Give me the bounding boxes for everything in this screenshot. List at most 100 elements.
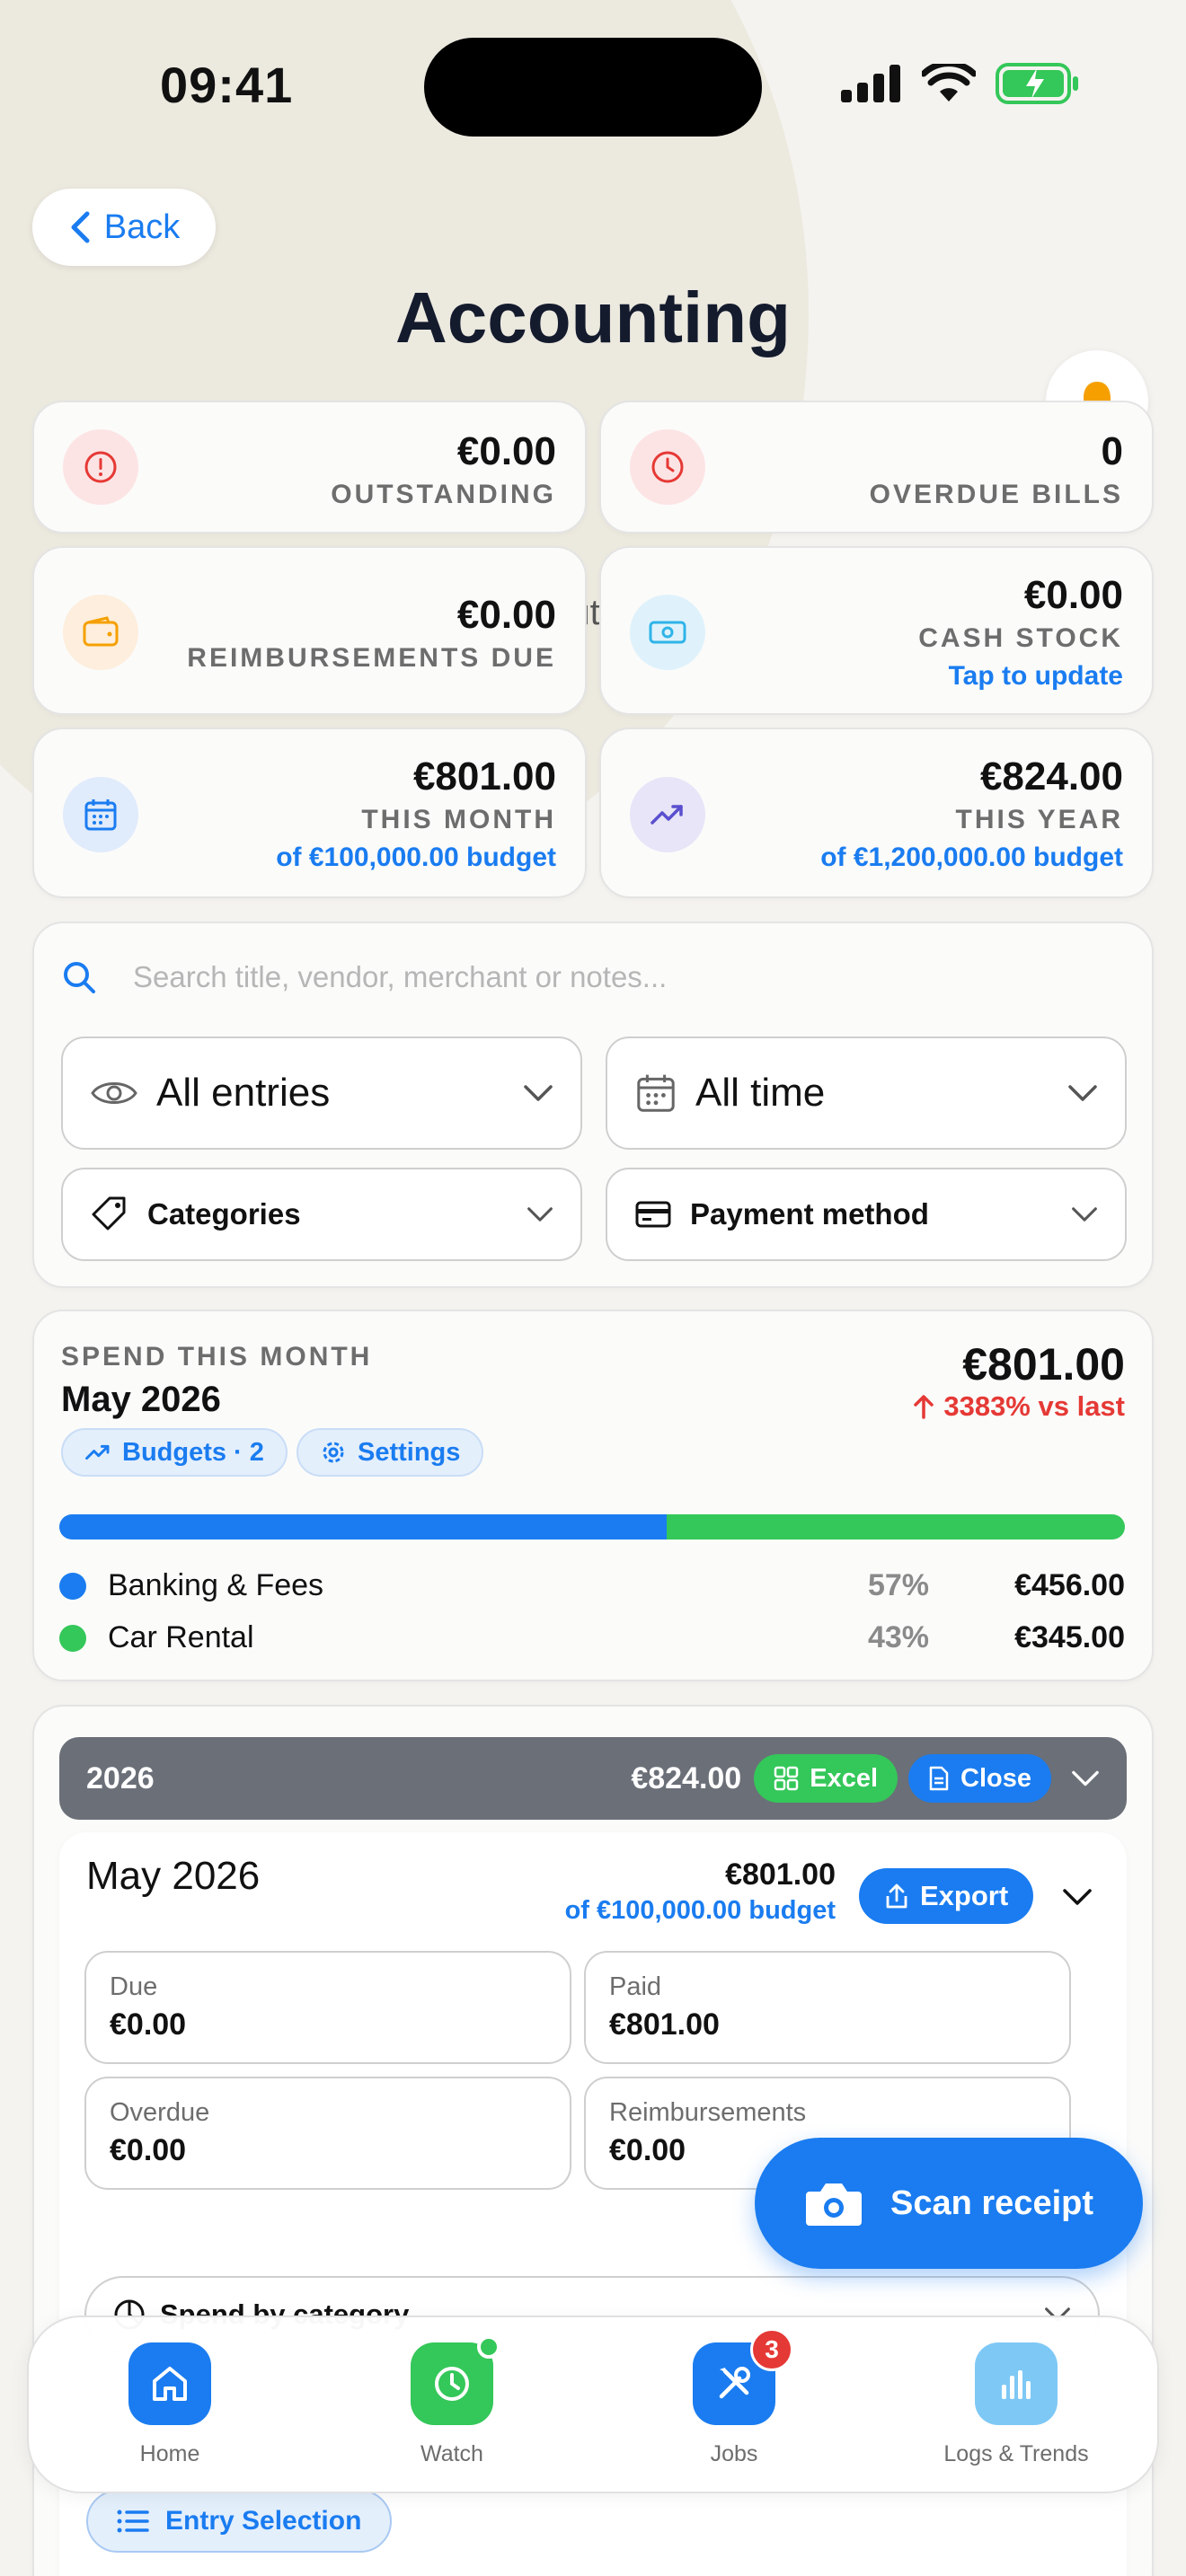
jobs-badge: 3 (750, 2328, 793, 2371)
watch-clock-icon (411, 2335, 500, 2425)
bar-chart-icon (975, 2342, 1058, 2425)
paid-value: €801.00 (609, 2007, 720, 2042)
year-label: 2026 (86, 1760, 155, 1795)
legend-dot (59, 1624, 86, 1652)
excel-button[interactable]: Excel (754, 1754, 898, 1803)
overdue-box: Overdue €0.00 (84, 2077, 571, 2190)
stat-label: CASH STOCK (918, 623, 1123, 653)
spend-category-bar (59, 1514, 1125, 1539)
tab-label: Home (139, 2441, 200, 2466)
tools-icon: 3 (693, 2328, 793, 2425)
scan-receipt-button[interactable]: Scan receipt (755, 2138, 1143, 2269)
legend-row: Car Rental 43% €345.00 (59, 1620, 1125, 1655)
budgets-chip[interactable]: Budgets · 2 (61, 1428, 288, 1477)
paid-box: Paid €801.00 (584, 1951, 1071, 2064)
tab-home[interactable]: Home (29, 2317, 311, 2492)
watch-status-dot (477, 2335, 500, 2359)
due-label: Due (110, 1972, 158, 2001)
stat-card-this-month[interactable]: €801.00 THIS MONTH of €100,000.00 budget (32, 728, 587, 898)
calendar-icon (637, 1074, 675, 1112)
trending-up-icon (85, 1444, 110, 1460)
stat-card-reimbursements-due[interactable]: €0.00 REIMBURSEMENTS DUE (32, 546, 587, 715)
stat-label: REIMBURSEMENTS DUE (187, 643, 556, 673)
tap-to-update-link[interactable]: Tap to update (918, 661, 1123, 692)
cash-icon (630, 595, 705, 670)
close-label: Close (960, 1763, 1031, 1793)
period-filter-label: All time (695, 1071, 826, 1115)
chevron-down-icon (524, 1085, 553, 1101)
filter-panel: Search title, vendor, merchant or notes.… (32, 922, 1154, 1288)
tab-logs-trends[interactable]: Logs & Trends (875, 2317, 1157, 2492)
entries-filter-dropdown[interactable]: All entries (61, 1037, 582, 1150)
stat-value: €801.00 (412, 754, 556, 798)
stat-card-cash-stock[interactable]: €0.00 CASH STOCK Tap to update (599, 546, 1154, 715)
spend-total-block: €801.00 3383% vs last (913, 1338, 1125, 1423)
period-filter-dropdown[interactable]: All time (606, 1037, 1127, 1150)
spend-trend: 3383% vs last (913, 1390, 1125, 1423)
wallet-icon (63, 595, 138, 670)
tab-label: Logs & Trends (943, 2441, 1089, 2466)
trending-up-icon (630, 777, 705, 852)
month-amount: €801.00 (725, 1857, 836, 1892)
back-button[interactable]: Back (32, 189, 216, 266)
excel-label: Excel (810, 1763, 879, 1793)
legend-dot (59, 1572, 86, 1600)
share-icon (886, 1883, 907, 1909)
chevron-left-icon (71, 211, 90, 243)
export-button[interactable]: Export (859, 1868, 1034, 1924)
stat-value: €0.00 (456, 593, 556, 637)
clock-icon (630, 429, 705, 505)
list-icon (117, 2510, 149, 2533)
tab-jobs[interactable]: 3 Jobs (593, 2317, 875, 2492)
status-time: 09:41 (160, 57, 294, 113)
legend-name: Car Rental (108, 1620, 254, 1654)
payment-method-label: Payment method (690, 1197, 929, 1231)
camera-icon (806, 2183, 862, 2226)
entry-selection-chip[interactable]: Entry Selection (86, 2490, 393, 2553)
settings-chip[interactable]: Settings (296, 1428, 484, 1477)
stat-card-overdue-bills[interactable]: 0 OVERDUE BILLS (599, 401, 1154, 534)
chevron-down-icon[interactable] (1071, 1769, 1100, 1787)
tab-watch[interactable]: Watch (311, 2317, 593, 2492)
stat-label: THIS MONTH (361, 805, 556, 834)
bar-segment-car-rental (667, 1514, 1125, 1539)
spend-trend-text: 3383% vs last (943, 1390, 1125, 1422)
scan-receipt-label: Scan receipt (890, 2183, 1093, 2222)
year-header[interactable]: 2026 €824.00 Excel Close (59, 1737, 1127, 1820)
calendar-icon (63, 777, 138, 852)
stat-value: €0.00 (456, 429, 556, 473)
overdue-value: €0.00 (110, 2133, 187, 2167)
stat-value: 0 (1101, 429, 1123, 473)
due-box: Due €0.00 (84, 1951, 571, 2064)
home-icon (128, 2342, 211, 2425)
stat-card-this-year[interactable]: €824.00 THIS YEAR of €1,200,000.00 budge… (599, 728, 1154, 898)
legend-percent: 57% (867, 1568, 929, 1602)
payment-method-dropdown[interactable]: Payment method (606, 1168, 1127, 1261)
legend-amount: €456.00 (1014, 1568, 1125, 1602)
due-value: €0.00 (110, 2007, 187, 2042)
dynamic-island (424, 38, 762, 137)
search-bar[interactable]: Search title, vendor, merchant or notes.… (61, 959, 667, 995)
tab-bar: Home Watch 3 Jobs Logs & Trends (27, 2316, 1159, 2493)
close-year-button[interactable]: Close (908, 1754, 1051, 1803)
chevron-down-icon[interactable] (1062, 1888, 1093, 1906)
arrow-up-icon (914, 1395, 934, 1419)
document-icon (929, 1766, 949, 1791)
categories-filter-dropdown[interactable]: Categories (61, 1168, 582, 1261)
wifi-icon (922, 64, 976, 101)
tab-label: Jobs (710, 2441, 758, 2466)
signal-icon (841, 65, 900, 102)
export-label: Export (920, 1880, 1009, 1911)
legend-row: Banking & Fees 57% €456.00 (59, 1568, 1125, 1603)
status-icons (841, 63, 1080, 104)
budgets-chip-label: Budgets · 2 (122, 1437, 264, 1467)
chevron-down-icon (1072, 1207, 1097, 1222)
budget-subtitle: of €100,000.00 budget (276, 842, 556, 872)
entries-filter-label: All entries (156, 1071, 331, 1115)
spend-eyebrow: SPEND THIS MONTH (61, 1342, 373, 1372)
search-input[interactable]: Search title, vendor, merchant or notes.… (133, 960, 667, 994)
stat-card-outstanding[interactable]: €0.00 OUTSTANDING (32, 401, 587, 534)
month-budget: of €100,000.00 budget (564, 1896, 836, 1925)
search-icon (64, 962, 95, 993)
categories-filter-label: Categories (147, 1197, 301, 1231)
